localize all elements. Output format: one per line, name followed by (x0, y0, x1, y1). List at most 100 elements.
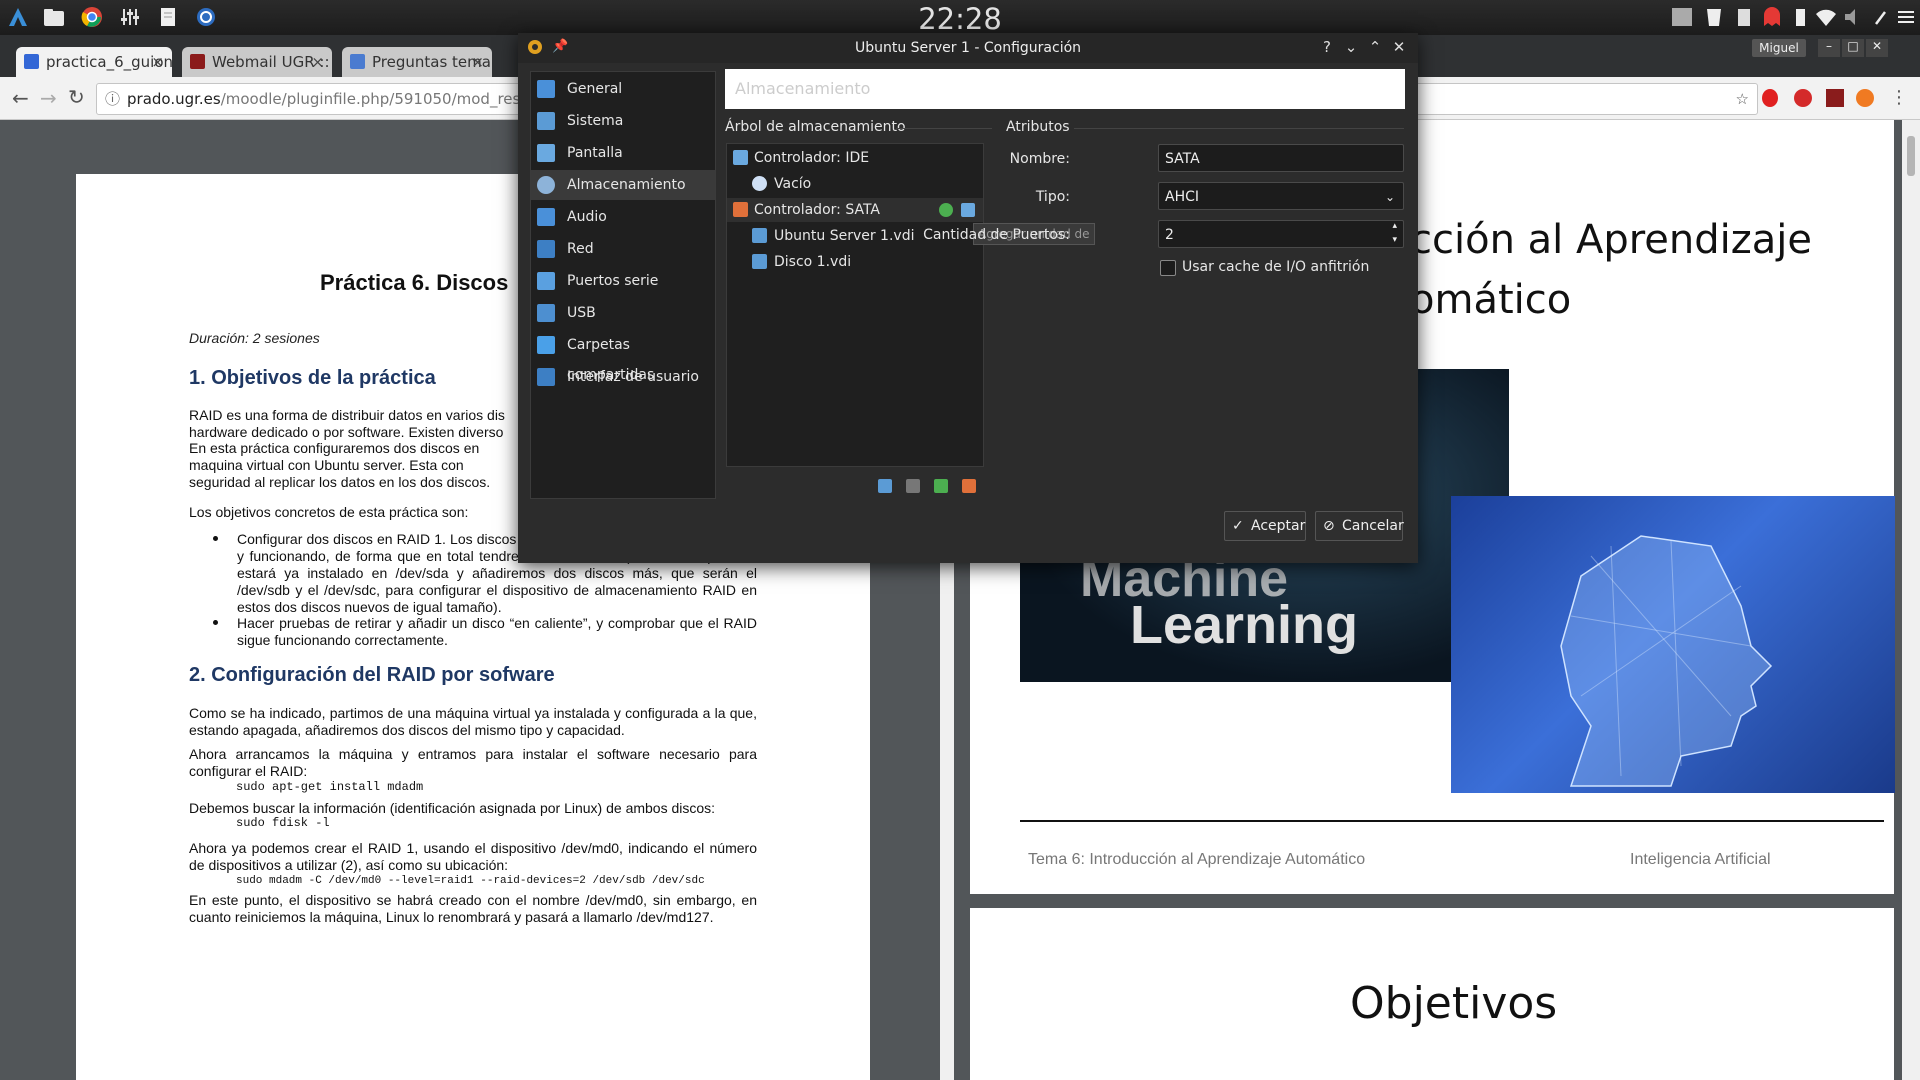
menu-icon[interactable] (1894, 6, 1918, 28)
chevron-up-icon[interactable]: ⌃ (1366, 38, 1384, 56)
close-tab-icon[interactable]: × (311, 47, 324, 77)
slide-title: Objetivos (1350, 978, 1558, 1029)
user-interface-icon (537, 368, 555, 386)
remove-attachment-icon[interactable] (962, 479, 976, 493)
cancel-icon: ⊘ (1323, 518, 1335, 534)
cache-checkbox[interactable] (1160, 260, 1176, 276)
nav-item-interfaz-usuario[interactable]: Interfaz de usuario (531, 362, 715, 392)
audio-icon (537, 208, 555, 226)
shared-folder-icon (537, 336, 555, 354)
page-title: Almacenamiento (725, 69, 1405, 109)
name-field[interactable]: SATA (1158, 144, 1404, 172)
ports-spinbox[interactable]: 2 ▴ ▾ (1158, 220, 1404, 248)
forward-icon[interactable]: → (40, 86, 57, 110)
spin-arrows-icon[interactable]: ▴ ▾ (1392, 219, 1397, 247)
document-icon[interactable] (156, 6, 180, 28)
tab-preguntas[interactable]: Preguntas tema × (342, 47, 492, 77)
clock[interactable]: 22:28 (0, 2, 1920, 36)
close-tab-icon[interactable]: × (471, 47, 484, 77)
general-icon (537, 80, 555, 98)
browser-menu-icon[interactable]: ⋮ (1890, 87, 1908, 108)
tab-practica[interactable]: practica_6_guion × (16, 47, 172, 77)
virtualbox-icon[interactable] (194, 6, 218, 28)
scrollbar-thumb[interactable] (1907, 136, 1915, 176)
storage-icon (537, 176, 555, 194)
sata-controller-icon (733, 202, 748, 217)
tray-ghost-icon[interactable] (1760, 6, 1784, 28)
list-item: Hacer pruebas de retirar y añadir un dis… (237, 615, 757, 648)
right-scrollbar[interactable] (1902, 120, 1920, 1080)
bullet-icon (213, 620, 218, 625)
ok-button[interactable]: ✓ Aceptar (1224, 511, 1306, 541)
hard-disk-icon (752, 228, 767, 243)
tab-webmail[interactable]: Webmail UGR :: I × (182, 47, 332, 77)
optical-disc-icon (752, 176, 767, 191)
extension-orange-icon[interactable] (1856, 89, 1874, 107)
minimize-window-button[interactable]: – (1818, 39, 1840, 57)
tray-clipboard-icon[interactable] (1732, 6, 1756, 28)
info-icon[interactable]: ⓘ (105, 84, 120, 114)
nav-item-red[interactable]: Red (531, 234, 715, 264)
ai-head-image (1451, 496, 1895, 793)
type-label: Tipo: (1035, 189, 1070, 205)
add-optical-drive-icon[interactable] (939, 203, 953, 217)
close-tab-icon[interactable]: × (151, 47, 164, 77)
extension-icon[interactable] (1826, 89, 1844, 107)
app-launcher-icon[interactable] (6, 6, 30, 28)
ports-label: Cantidad de Puertos: (923, 227, 1070, 243)
file-manager-icon[interactable] (42, 6, 66, 28)
nav-item-carpetas-compartidas[interactable]: Carpetas compartidas (531, 330, 715, 383)
storage-tree-label: Árbol de almacenamiento (725, 119, 906, 135)
close-icon[interactable]: ✕ (1390, 38, 1408, 56)
top-panel: 22:28 (0, 0, 1920, 36)
url-path: /moodle/pluginfile.php/591050/mod_resour… (220, 90, 563, 108)
nav-item-audio[interactable]: Audio (531, 202, 715, 232)
close-window-button[interactable]: ✕ (1866, 39, 1888, 57)
serial-port-icon (537, 272, 555, 290)
network-icon (537, 240, 555, 258)
paragraph: Ahora arrancamos la máquina y entramos p… (189, 746, 757, 779)
command: sudo fdisk -l (236, 816, 330, 830)
system-icon (537, 112, 555, 130)
settings-sliders-icon[interactable] (118, 6, 142, 28)
command: sudo apt-get install mdadm (236, 780, 424, 794)
volume-icon[interactable] (1842, 6, 1866, 28)
command: sudo mdadm -C /dev/md0 --level=raid1 --r… (236, 875, 705, 887)
nav-item-pantalla[interactable]: Pantalla (531, 138, 715, 168)
paragraph: En este punto, el dispositivo se habrá c… (189, 892, 757, 925)
tray-battery-icon[interactable] (1788, 6, 1812, 28)
user-profile-button[interactable]: Miguel (1752, 39, 1806, 57)
nav-item-sistema[interactable]: Sistema (531, 106, 715, 136)
nav-item-almacenamiento[interactable]: Almacenamiento (531, 170, 715, 200)
add-attachment-icon[interactable] (934, 479, 948, 493)
opera-extension-icon[interactable] (1762, 89, 1778, 107)
add-controller-icon[interactable] (878, 479, 892, 493)
adblock-extension-icon[interactable] (1794, 89, 1812, 107)
slide-title: cción al Aprendizaje omático (1410, 217, 1812, 323)
dialog-titlebar[interactable]: 📌 Ubuntu Server 1 - Configuración ? ⌄ ⌃ … (518, 33, 1418, 63)
chevron-down-icon[interactable]: ⌄ (1342, 38, 1360, 56)
maximize-window-button[interactable]: □ (1842, 39, 1864, 57)
tray-cup-icon[interactable] (1702, 6, 1726, 28)
nav-item-general[interactable]: General (531, 74, 715, 104)
remove-controller-icon[interactable] (906, 479, 920, 493)
chrome-icon[interactable] (80, 6, 104, 28)
dropdown-arrow-icon[interactable] (1864, 6, 1888, 28)
back-icon[interactable]: ← (12, 86, 29, 110)
help-icon[interactable]: ? (1318, 38, 1336, 56)
nav-item-puertos-serie[interactable]: Puertos serie (531, 266, 715, 296)
nav-item-usb[interactable]: USB (531, 298, 715, 328)
add-hard-disk-icon[interactable] (961, 203, 975, 217)
tree-item-disco1[interactable]: Disco 1.vdi (727, 250, 983, 274)
cancel-button[interactable]: ⊘ Cancelar (1315, 511, 1404, 541)
type-select[interactable]: AHCI ⌄ (1158, 182, 1404, 210)
duration-text: Duración: 2 sesiones (189, 330, 320, 346)
slide: Objetivos (970, 908, 1894, 1080)
reload-icon[interactable]: ↻ (68, 85, 85, 109)
cache-checkbox-label[interactable]: Usar cache de I/O anfitrión (1182, 259, 1369, 275)
bookmark-star-icon[interactable]: ☆ (1736, 84, 1749, 114)
paragraph: Como se ha indicado, partimos de una máq… (189, 705, 757, 738)
wifi-icon[interactable] (1814, 6, 1838, 28)
usb-icon (537, 304, 555, 322)
tray-app-icon[interactable] (1670, 6, 1694, 28)
